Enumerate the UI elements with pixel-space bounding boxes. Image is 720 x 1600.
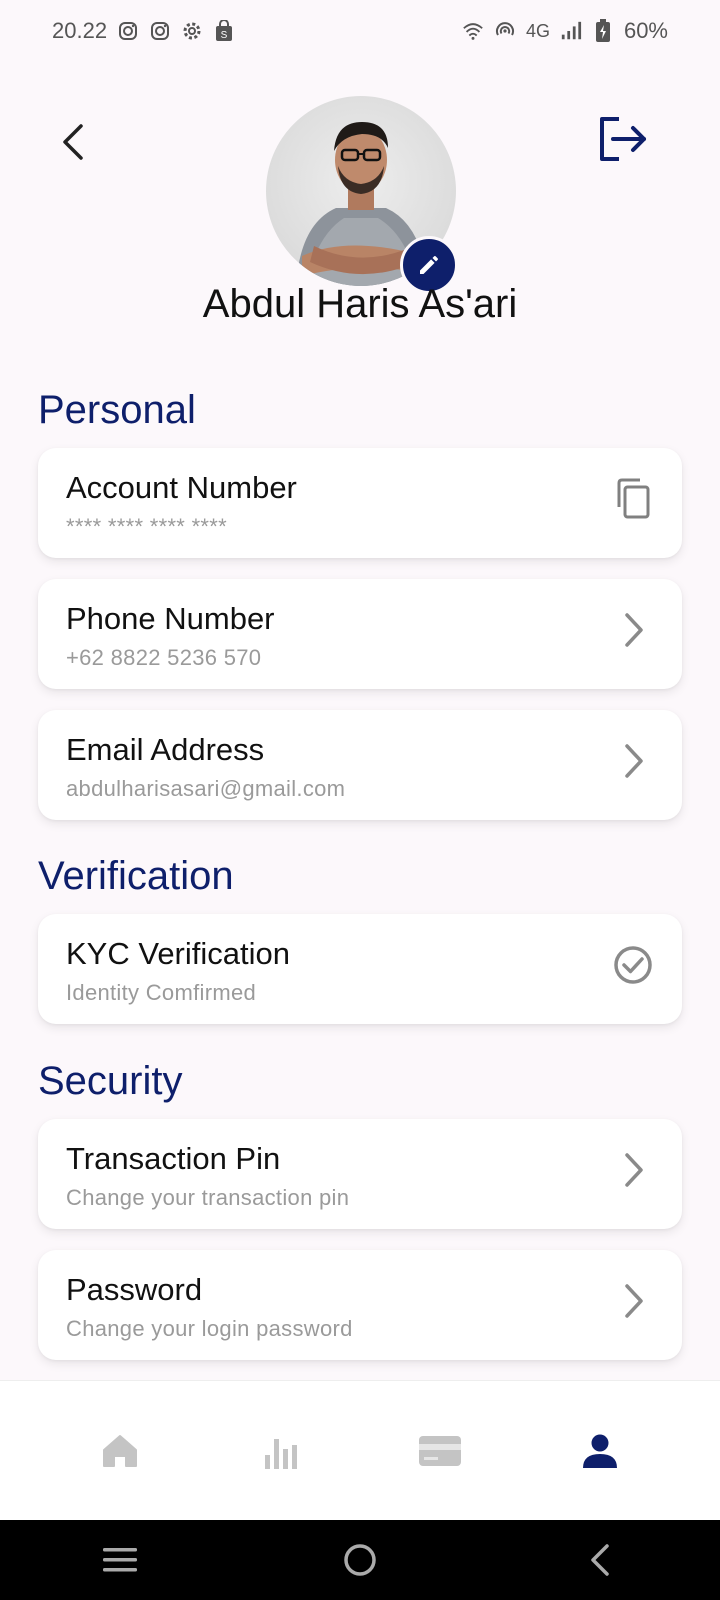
copy-icon [617, 478, 650, 519]
account-number-card[interactable]: Account Number **** **** **** **** [38, 448, 682, 558]
signal-icon [560, 20, 582, 42]
bar-chart-icon [265, 1438, 297, 1469]
instagram-icon [149, 20, 171, 42]
logout-icon [600, 117, 646, 161]
wifi-icon [462, 20, 484, 42]
password-card[interactable]: Password Change your login password [38, 1250, 682, 1360]
card-subtitle: +62 8822 5236 570 [66, 645, 262, 670]
back-button[interactable] [52, 114, 92, 170]
network-type: 4G [525, 20, 550, 41]
phone-number-card[interactable]: Phone Number +62 8822 5236 570 [38, 579, 682, 689]
profile-header: Abdul Haris As'ari [0, 62, 720, 352]
card-title: Account Number [66, 470, 297, 505]
card-subtitle: **** **** **** **** [66, 514, 228, 539]
status-left: 20.22 S [52, 18, 235, 44]
hotspot-icon [494, 20, 516, 42]
check-circle-icon [610, 942, 656, 988]
nav-statistics[interactable] [240, 1411, 320, 1491]
instagram-icon [117, 20, 139, 42]
status-bar: 20.22 S 4G 60% [0, 0, 720, 62]
pencil-icon [420, 256, 438, 274]
section-title-verification: Verification [38, 854, 234, 898]
nav-cards[interactable] [400, 1411, 480, 1491]
nav-home[interactable] [80, 1411, 160, 1491]
battery-charging-icon [592, 19, 614, 42]
card-title: Phone Number [66, 601, 275, 636]
transaction-pin-card[interactable]: Transaction Pin Change your transaction … [38, 1119, 682, 1229]
back-arrow-icon [591, 1544, 609, 1576]
logout-button[interactable] [596, 112, 650, 166]
status-right: 4G 60% [462, 18, 668, 44]
card-subtitle: Change your transaction pin [66, 1185, 350, 1210]
shop-icon: S [213, 20, 235, 42]
battery-percentage: 60% [623, 18, 668, 43]
card-subtitle: abdulharisasari@gmail.com [66, 776, 346, 801]
copy-button[interactable] [610, 476, 656, 522]
person-icon [583, 1434, 617, 1468]
section-title-personal: Personal [38, 388, 196, 432]
system-back-button[interactable] [560, 1530, 640, 1590]
card-title: Email Address [66, 732, 265, 767]
nav-profile[interactable] [560, 1411, 640, 1491]
chevron-left-icon [63, 124, 83, 160]
card-subtitle: Change your login password [66, 1316, 353, 1341]
card-title: KYC Verification [66, 936, 290, 971]
home-icon [103, 1434, 137, 1467]
chevron-right-icon [610, 1278, 656, 1324]
chevron-right-icon [610, 607, 656, 653]
section-title-security: Security [38, 1059, 183, 1103]
card-icon [419, 1435, 461, 1466]
email-address-card[interactable]: Email Address abdulharisasari@gmail.com [38, 710, 682, 820]
chevron-right-icon [610, 738, 656, 784]
menu-icon [103, 1548, 137, 1572]
home-button[interactable] [320, 1530, 400, 1590]
settings-gear-icon [181, 20, 203, 42]
svg-text:S: S [221, 30, 228, 41]
card-title: Transaction Pin [66, 1141, 281, 1176]
kyc-verification-card[interactable]: KYC Verification Identity Comfirmed [38, 914, 682, 1024]
bottom-navigation [0, 1380, 720, 1520]
status-time: 20.22 [52, 18, 108, 43]
chevron-right-icon [610, 1147, 656, 1193]
circle-home-icon [344, 1544, 376, 1576]
profile-name: Abdul Haris As'ari [202, 282, 518, 326]
recent-apps-button[interactable] [80, 1530, 160, 1590]
card-title: Password [66, 1272, 203, 1307]
system-navigation-bar [0, 1520, 720, 1600]
avatar-container [266, 96, 458, 294]
card-subtitle: Identity Comfirmed [66, 980, 257, 1005]
